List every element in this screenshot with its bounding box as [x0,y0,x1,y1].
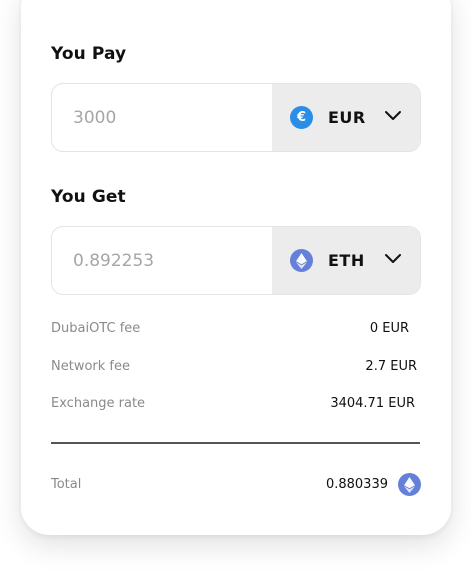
total-row: Total 0.880339 [51,473,421,496]
pay-currency-code: EUR [328,108,366,127]
get-currency-select[interactable]: ETH [272,227,420,294]
fee-value: 2.7 EUR [365,359,417,374]
fee-label: DubaiOTC fee [51,321,141,336]
total-value: 0.880339 [325,477,388,492]
get-amount-input[interactable]: 0.892253 [73,227,154,294]
total-label: Total [51,477,82,492]
fee-value: 0 EUR [369,321,409,336]
fee-label: Network fee [51,359,130,374]
chevron-down-icon [385,254,401,263]
ethereum-coin-icon [398,473,421,496]
pay-amount-input[interactable]: 3000 [73,84,116,151]
exchange-card: You Pay 3000 € EUR You Get 0.892253 ETH [21,0,451,535]
euro-coin-icon: € [290,106,313,129]
pay-currency-select[interactable]: € EUR [272,84,420,151]
ethereum-coin-icon [290,249,313,272]
get-field: 0.892253 ETH [51,226,421,295]
get-currency-code: ETH [328,251,365,270]
pay-field: 3000 € EUR [51,83,421,152]
divider [51,442,420,444]
fee-value: 3404.71 EUR [330,396,415,411]
fee-row-exchange-rate: Exchange rate 3404.71 EUR [51,396,417,411]
fee-label: Exchange rate [51,396,146,411]
fee-row-dubaiotc: DubaiOTC fee 0 EUR [51,321,417,336]
chevron-down-icon [385,111,401,120]
you-get-title: You Get [51,187,126,207]
fee-row-network: Network fee 2.7 EUR [51,359,417,374]
you-pay-title: You Pay [51,44,127,64]
